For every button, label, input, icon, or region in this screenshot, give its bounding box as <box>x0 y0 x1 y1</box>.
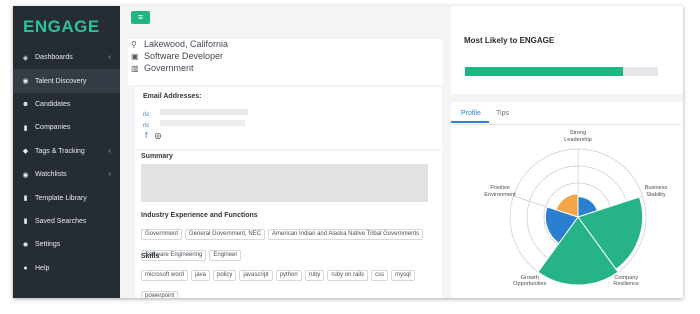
tag: General Government, NEC <box>185 229 266 240</box>
radar-axis-label: Strong Leadership <box>553 130 603 143</box>
sidebar-nav: ◈ Dashboards ‹ ◉ Talent Discovery ☻ Candidates… <box>13 46 120 280</box>
active-tab-indicator <box>451 121 489 123</box>
sidebar-item-label: Dashboards <box>35 54 73 62</box>
sidebar-item-talent-discovery[interactable]: ◉ Talent Discovery <box>13 69 120 93</box>
sidebar-item-watchlists[interactable]: ◉ Watchlists ‹ <box>13 163 120 186</box>
sidebar-item-label: Settings <box>35 241 61 249</box>
industry-text: Government <box>144 63 194 73</box>
eye-icon: ◉ <box>22 171 29 179</box>
tab-tips[interactable]: Tips <box>496 110 509 117</box>
radar-axis-label: Company Resilience <box>601 275 651 288</box>
sidebar-item-label: Tags & Tracking <box>35 147 85 155</box>
users-icon: ☻ <box>21 100 30 108</box>
sidebar-item-label: Help <box>35 264 50 272</box>
chevron-left-icon: ‹ <box>108 147 111 155</box>
tag: python <box>275 270 302 281</box>
email-row-2: ric <box>143 114 245 132</box>
tab-profile[interactable]: Profile <box>461 110 481 117</box>
job-title-text: Software Developer <box>144 51 224 61</box>
file-icon: ▮ <box>23 218 28 226</box>
map-marker-icon: ⚲ <box>131 39 137 49</box>
sidebar-item-template-library[interactable]: ▮ Template Library <box>13 186 120 209</box>
help-icon: ● <box>23 264 28 272</box>
insight-tabs: Profile Tips <box>451 102 681 125</box>
redacted-email <box>159 119 245 126</box>
radar-axis-label-line: Stability <box>646 191 666 198</box>
sidebar-item-label: Template Library <box>35 194 87 202</box>
menu-toggle-button[interactable]: ≡ <box>131 11 150 24</box>
tag: javascript <box>239 270 273 281</box>
radar-axis-label-line: Opportunities <box>513 281 547 288</box>
tag: powerpoint <box>141 291 179 298</box>
radar-axis-label-line: Resilience <box>613 281 640 288</box>
compass-icon: ◉ <box>22 78 29 86</box>
engage-progress-fill <box>465 67 624 76</box>
email-heading: Email Addresses: <box>143 93 202 100</box>
sidebar-item-saved-searches[interactable]: ▮ Saved Searches <box>13 210 120 233</box>
tag: microsoft word <box>141 270 189 281</box>
details-card: Summary Industry Experience and Function… <box>135 151 442 298</box>
sidebar-item-dashboards[interactable]: ◈ Dashboards ‹ <box>13 46 120 69</box>
summary-heading: Summary <box>141 153 173 160</box>
tag: mysql <box>391 270 415 281</box>
radar-axis-label-line: Environment <box>484 191 516 198</box>
radar-chart <box>509 148 647 286</box>
tag: ruby <box>304 270 325 281</box>
dashboard-icon: ◈ <box>22 54 29 62</box>
radar-axis-label: Positive Environment <box>475 185 525 198</box>
file-icon: ▮ <box>23 195 28 203</box>
sidebar-item-candidates[interactable]: ☻ Candidates <box>13 93 120 116</box>
sidebar-item-label: Candidates <box>35 100 71 108</box>
sidebar-item-label: Saved Searches <box>35 217 87 225</box>
facebook-icon[interactable]: f <box>145 131 147 140</box>
industry-icon: ▥ <box>131 63 139 73</box>
engage-title: Most Likely to ENGAGE <box>464 36 555 45</box>
tag: Engineer <box>209 250 242 261</box>
email-card: Email Addresses: ric ric f ◎ <box>135 87 442 149</box>
briefcase-icon: ▣ <box>131 51 139 61</box>
insights-panel: Profile Tips Strong Leadership Business Sta… <box>451 102 683 298</box>
github-icon[interactable]: ◎ <box>154 131 161 140</box>
sidebar-item-companies[interactable]: ▮ Companies <box>13 116 120 139</box>
summary-text-redacted <box>141 164 428 202</box>
engage-panel: Most Likely to ENGAGE <box>451 6 683 94</box>
chevron-left-icon: ‹ <box>108 54 111 62</box>
location-text: Lakewood, California <box>144 39 229 49</box>
tag: American Indian and Alaska Native Tribal… <box>268 229 424 240</box>
radar-axis-label-line: Leadership <box>564 136 592 143</box>
sidebar-item-label: Talent Discovery <box>35 77 87 85</box>
email-link[interactable]: ric <box>143 123 149 129</box>
tag-icon: ◆ <box>22 148 29 156</box>
app-window: ENGAGE ◈ Dashboards ‹ ◉ Talent Discovery ☻ Can… <box>13 6 683 298</box>
sidebar-item-label: Watchlists <box>35 171 67 179</box>
tag: java <box>191 270 211 281</box>
radar-axis-label: Growth Opportunities <box>505 275 555 288</box>
tag: css <box>371 270 389 281</box>
gear-icon: ✹ <box>22 241 29 249</box>
tag: ruby on rails <box>327 270 369 281</box>
chevron-left-icon: ‹ <box>108 171 111 179</box>
industry-heading: Industry Experience and Functions <box>141 212 258 219</box>
radar-axis-label: Business Stability <box>631 185 681 198</box>
skill-tag-list: microsoft word java policy javascript python… <box>141 263 436 298</box>
social-links: f ◎ <box>145 131 161 140</box>
sidebar-item-tags-tracking[interactable]: ◆ Tags & Tracking ‹ <box>13 140 120 163</box>
sidebar: ENGAGE ◈ Dashboards ‹ ◉ Talent Discovery ☻ Can… <box>13 6 120 298</box>
profile-header-card: ⚲ Lakewood, California ▣ Software Develope… <box>128 39 443 85</box>
sidebar-item-help[interactable]: ● Help <box>13 257 120 280</box>
app-logo[interactable]: ENGAGE <box>23 17 100 37</box>
sidebar-item-settings[interactable]: ✹ Settings <box>13 233 120 256</box>
hamburger-icon: ≡ <box>137 12 144 22</box>
tag: Government <box>141 229 183 240</box>
engage-progress-track <box>465 67 658 76</box>
building-icon: ▮ <box>23 124 28 132</box>
sidebar-item-label: Companies <box>35 124 71 132</box>
tag: policy <box>213 270 237 281</box>
industry-tag-list: Government General Government, NEC America… <box>141 222 441 264</box>
skills-heading: Skills <box>141 253 160 260</box>
